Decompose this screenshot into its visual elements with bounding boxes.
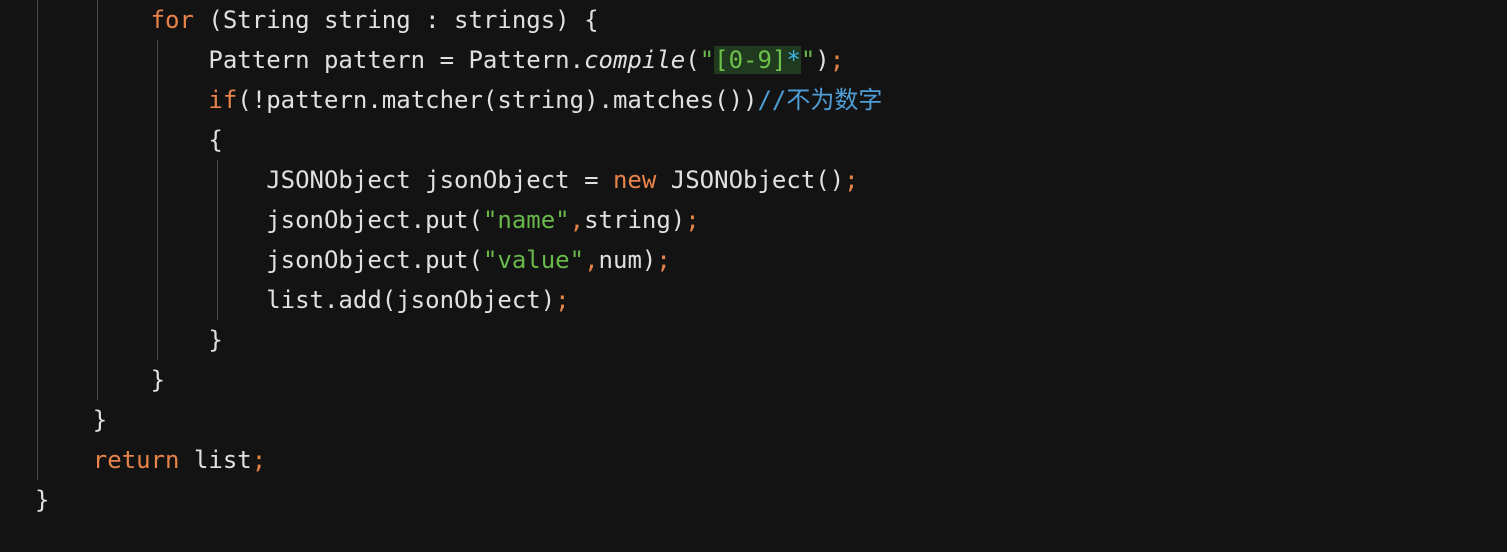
code-token: } xyxy=(35,406,108,434)
code-token: (String string : strings) { xyxy=(193,6,599,34)
code-text[interactable]: for (String string : strings) { Pattern … xyxy=(35,0,882,520)
code-token: ; xyxy=(844,166,859,194)
code-token: list.add(jsonObject) xyxy=(35,286,556,314)
code-token: Pattern pattern = Pattern. xyxy=(35,46,585,74)
code-token: num) xyxy=(598,246,657,274)
code-line[interactable]: } xyxy=(35,360,882,400)
code-token: (!pattern.matcher(string).matches()) xyxy=(237,86,758,114)
code-line[interactable]: } xyxy=(35,400,882,440)
code-token: ; xyxy=(555,286,570,314)
code-line[interactable]: JSONObject jsonObject = new JSONObject()… xyxy=(35,160,882,200)
code-token: JSONObject() xyxy=(656,166,845,194)
code-token: new xyxy=(612,166,657,194)
code-editor[interactable]: for (String string : strings) { Pattern … xyxy=(0,0,1507,552)
code-line[interactable]: { xyxy=(35,120,882,160)
code-token: , xyxy=(569,206,585,234)
code-line[interactable]: return list; xyxy=(35,440,882,480)
code-token: JSONObject jsonObject = xyxy=(35,166,613,194)
code-token: ; xyxy=(251,446,267,474)
code-line[interactable]: jsonObject.put("value",num); xyxy=(35,240,882,280)
code-token: for xyxy=(150,6,194,34)
code-line[interactable]: } xyxy=(35,320,882,360)
code-token: ( xyxy=(685,46,700,74)
code-token: } xyxy=(35,366,166,394)
code-token: " xyxy=(699,46,715,74)
code-token: } xyxy=(35,326,223,354)
code-token: jsonObject.put( xyxy=(35,206,483,234)
code-line[interactable]: list.add(jsonObject); xyxy=(35,280,882,320)
code-token: jsonObject.put( xyxy=(35,246,483,274)
code-line[interactable]: if(!pattern.matcher(string).matches())//… xyxy=(35,80,882,120)
code-token: { xyxy=(35,126,223,154)
code-token: compile xyxy=(584,46,686,74)
code-token: ; xyxy=(685,206,700,234)
code-token: string) xyxy=(584,206,686,234)
code-token: //不为数字 xyxy=(757,86,883,114)
code-token: ; xyxy=(656,246,671,274)
code-token: return xyxy=(92,446,180,474)
code-line[interactable]: jsonObject.put("name",string); xyxy=(35,200,882,240)
code-token: if xyxy=(208,86,238,114)
code-token: " xyxy=(800,46,816,74)
code-line[interactable]: Pattern pattern = Pattern.compile("[0-9]… xyxy=(35,40,882,80)
code-line[interactable]: } xyxy=(35,480,882,520)
code-token: ) xyxy=(815,46,830,74)
code-token: list xyxy=(179,446,252,474)
code-token: "value" xyxy=(482,246,585,274)
code-token: , xyxy=(584,246,599,274)
code-token: ; xyxy=(829,46,845,74)
code-token: "name" xyxy=(482,206,570,234)
code-token: [0-9] xyxy=(714,46,787,74)
code-token: } xyxy=(35,486,50,514)
code-token: * xyxy=(786,46,801,74)
code-line[interactable]: for (String string : strings) { xyxy=(35,0,882,40)
